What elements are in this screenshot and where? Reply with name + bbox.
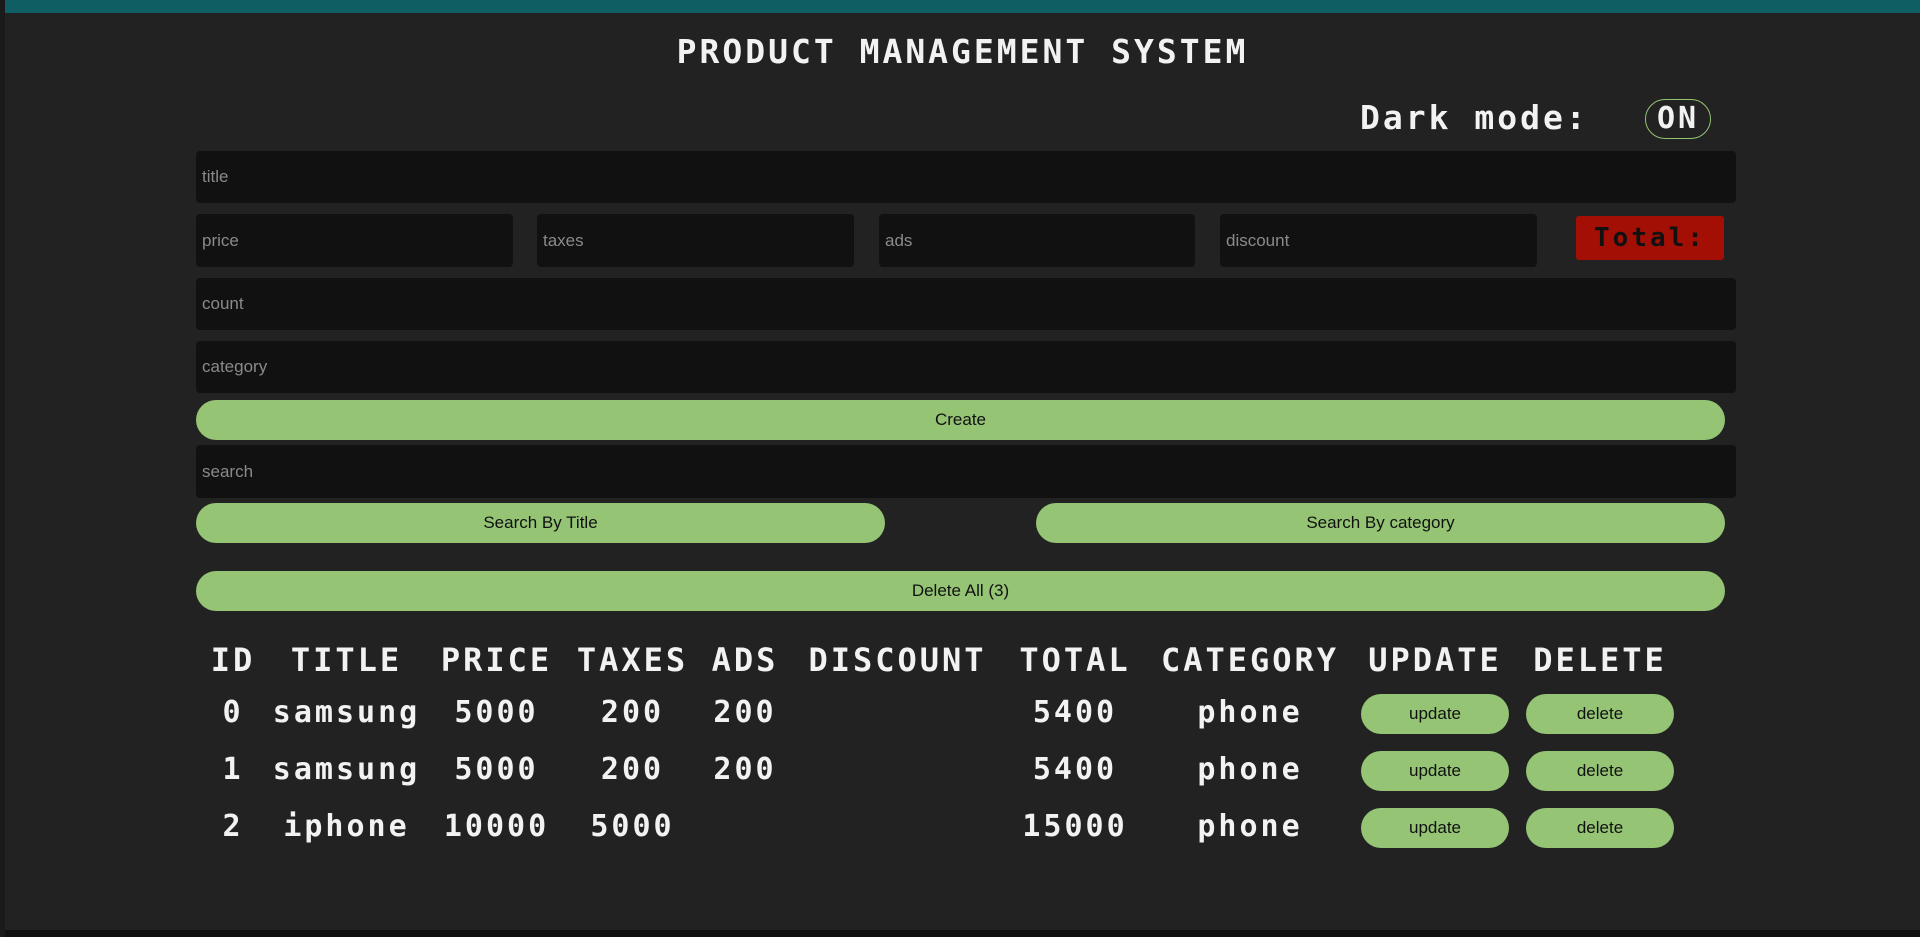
cell-discount [790,741,1005,798]
cell-taxes: 200 [600,752,665,787]
cell-update: update [1355,741,1515,798]
cell-id: 0 [222,695,244,730]
column-header: ID [210,641,256,679]
cell-title: samsung [272,752,421,787]
column-header: PRICE [440,641,553,679]
cell-update: update [1355,798,1515,855]
dark-mode-label: Dark mode: [1360,98,1589,137]
search-by-category-button[interactable]: Search By category [1036,503,1725,543]
cell-title: iphone [283,809,410,844]
update-button[interactable]: update [1361,750,1509,791]
update-button[interactable]: update [1361,807,1509,848]
table-row: 1 samsung 5000 200 200 5400 phone update… [201,741,1685,798]
column-header: DELETE [1533,641,1667,679]
price-input[interactable] [196,214,513,267]
top-bar [5,0,1920,13]
column-header: DISCOUNT [808,641,987,679]
title-input[interactable] [196,151,1736,203]
cell-taxes: 5000 [590,809,675,844]
cell-category: phone [1197,809,1303,844]
column-header: ADS [711,641,779,679]
cell-ads: 200 [713,695,777,730]
taxes-input[interactable] [537,214,854,267]
cell-category: phone [1197,752,1303,787]
search-input[interactable] [196,445,1736,498]
update-button[interactable]: update [1361,693,1509,734]
count-input[interactable] [196,278,1736,330]
discount-input[interactable] [1220,214,1537,267]
cell-taxes: 200 [600,695,665,730]
cell-delete: delete [1515,798,1685,855]
column-header: UPDATE [1368,641,1502,679]
column-header: TITLE [290,641,403,679]
ads-input[interactable] [879,214,1195,267]
cell-delete: delete [1515,684,1685,741]
cell-discount [790,684,1005,741]
cell-ads: 200 [713,752,777,787]
cell-title: samsung [272,695,421,730]
products-table: ID TITLE PRICE TAXES ADS DISCOUNT TOTAL … [201,636,1685,855]
cell-price: 5000 [454,695,539,730]
column-header: TOTAL [1019,641,1131,679]
table-row: 2 iphone 10000 5000 15000 phone update d… [201,798,1685,855]
cell-delete: delete [1515,741,1685,798]
delete-button[interactable]: delete [1526,750,1674,791]
cell-total: 5400 [1032,752,1118,787]
cell-category: phone [1197,695,1303,730]
cell-price: 10000 [443,809,550,844]
search-by-title-button[interactable]: Search By Title [196,503,885,543]
cell-id: 1 [222,752,244,787]
delete-button[interactable]: delete [1526,807,1674,848]
cell-price: 5000 [454,752,539,787]
dark-mode-toggle[interactable]: ON [1645,99,1711,139]
cell-update: update [1355,684,1515,741]
delete-button[interactable]: delete [1526,693,1674,734]
bottom-edge [5,930,1920,937]
cell-total: 15000 [1022,809,1128,844]
column-header: CATEGORY [1160,641,1340,679]
create-button[interactable]: Create [196,400,1725,440]
app-frame: PRODUCT MANAGEMENT SYSTEM Dark mode: ON … [5,0,1920,937]
cell-total: 5400 [1032,695,1118,730]
cell-discount [790,798,1005,855]
table-header-row: ID TITLE PRICE TAXES ADS DISCOUNT TOTAL … [201,636,1685,684]
category-input[interactable] [196,341,1736,393]
total-badge: Total: [1576,216,1724,260]
cell-id: 2 [222,809,244,844]
table-row: 0 samsung 5000 200 200 5400 phone update… [201,684,1685,741]
column-header: TAXES [576,641,689,679]
cell-ads [700,798,790,855]
delete-all-button[interactable]: Delete All (3) [196,571,1725,611]
page-title: PRODUCT MANAGEMENT SYSTEM [676,32,1249,71]
